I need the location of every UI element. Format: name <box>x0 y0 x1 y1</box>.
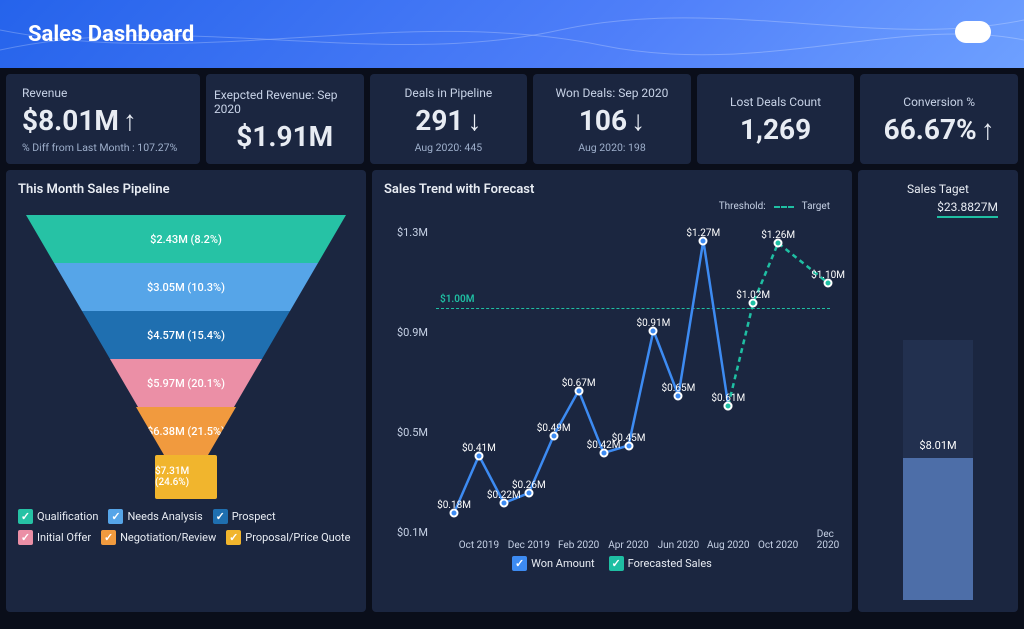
target-max-value: $23.8827M <box>937 200 998 218</box>
trend-legend: ✓ Won Amount ✓ Forecasted Sales <box>384 556 840 571</box>
checkbox-icon: ✓ <box>101 530 116 545</box>
target-bar-label: $8.01M <box>919 439 956 452</box>
main-row: This Month Sales Pipeline $2.43M (8.2%)$… <box>0 170 1024 618</box>
legend-item[interactable]: ✓ Qualification <box>18 509 98 524</box>
data-point-label: $0.22M <box>487 490 521 501</box>
target-bar-fill <box>903 458 973 600</box>
kpi-conversion[interactable]: Conversion % 66.67% <box>860 74 1018 164</box>
x-axis-tick: Jun 2020 <box>658 540 700 551</box>
y-axis-tick: $0.9M <box>384 326 428 339</box>
funnel-legend: ✓Qualification✓Needs Analysis✓Prospect✓I… <box>18 509 354 545</box>
kpi-revenue[interactable]: Revenue $8.01M % Diff from Last Month : … <box>6 74 200 164</box>
x-axis-tick: Oct 2020 <box>758 540 798 551</box>
x-axis-tick: Feb 2020 <box>558 540 599 551</box>
x-axis-tick: Apr 2020 <box>608 540 649 551</box>
trend-panel: Sales Trend with Forecast Threshold: Tar… <box>372 170 852 612</box>
kpi-value: $8.01M <box>22 104 137 137</box>
panel-title: Sales Taget <box>907 182 969 196</box>
x-axis-tick: Dec 2020 <box>817 529 839 551</box>
legend-item[interactable]: ✓ Initial Offer <box>18 530 91 545</box>
data-point-label: $0.18M <box>437 500 471 511</box>
legend-label: Qualification <box>37 510 98 523</box>
legend-label: Won Amount <box>531 557 595 570</box>
legend-label: Initial Offer <box>37 531 91 544</box>
kpi-won-deals[interactable]: Won Deals: Sep 2020 106 Aug 2020: 198 <box>533 74 691 164</box>
kpi-label: Revenue <box>22 86 67 100</box>
data-point-label: $1.02M <box>736 290 770 301</box>
trend-chart[interactable]: Threshold: Target $1.3M$0.9M$0.5M$0.1M$1… <box>384 205 840 575</box>
legend-item[interactable]: ✓ Forecasted Sales <box>609 556 712 571</box>
data-point-label: $1.26M <box>761 230 795 241</box>
x-axis-tick: Oct 2019 <box>459 540 499 551</box>
kpi-lost-deals[interactable]: Lost Deals Count 1,269 <box>697 74 855 164</box>
checkbox-icon: ✓ <box>226 530 241 545</box>
checkbox-icon: ✓ <box>108 509 123 524</box>
legend-item[interactable]: ✓ Negotiation/Review <box>101 530 216 545</box>
data-point-label: $0.61M <box>711 392 745 403</box>
legend-item[interactable]: ✓ Won Amount <box>512 556 595 571</box>
checkbox-icon: ✓ <box>18 530 33 545</box>
panel-title: This Month Sales Pipeline <box>18 182 354 197</box>
checkbox-icon: ✓ <box>512 556 527 571</box>
funnel-segment[interactable]: $6.38M (21.5%) <box>136 407 236 455</box>
data-point-label: $0.26M <box>512 480 546 491</box>
legend-label: Forecasted Sales <box>628 557 712 570</box>
plot-area: $0.18M $0.41M $0.22M$0.26M $0.49M $0.67M $0.4… <box>436 205 830 533</box>
legend-label: Needs Analysis <box>127 510 202 523</box>
panel-title: Sales Trend with Forecast <box>384 182 840 197</box>
y-axis-tick: $1.3M <box>384 226 428 239</box>
kpi-sublabel: % Diff from Last Month : 107.27% <box>22 141 177 154</box>
kpi-label: Won Deals: Sep 2020 <box>556 86 669 100</box>
legend-label: Negotiation/Review <box>120 531 216 544</box>
legend-label: Prospect <box>232 510 276 523</box>
kpi-sublabel: Aug 2020: 198 <box>578 141 646 154</box>
legend-item[interactable]: ✓ Proposal/Price Quote <box>226 530 350 545</box>
funnel-chart[interactable]: $2.43M (8.2%)$3.05M (10.3%)$4.57M (15.4%… <box>26 215 346 499</box>
kpi-row: Revenue $8.01M % Diff from Last Month : … <box>0 68 1024 170</box>
funnel-panel: This Month Sales Pipeline $2.43M (8.2%)$… <box>6 170 366 612</box>
kpi-label: Deals in Pipeline <box>404 86 492 100</box>
brand-logo-icon <box>954 17 998 51</box>
checkbox-icon: ✓ <box>18 509 33 524</box>
funnel-segment[interactable]: $5.97M (20.1%) <box>110 359 262 407</box>
x-axis-tick: Dec 2019 <box>508 540 550 551</box>
legend-item[interactable]: ✓ Prospect <box>213 509 276 524</box>
kpi-label: Exepcted Revenue: Sep 2020 <box>214 88 356 116</box>
header: Sales Dashboard <box>0 0 1024 68</box>
data-point-label: $0.41M <box>462 442 496 453</box>
funnel-segment[interactable]: $2.43M (8.2%) <box>26 215 346 263</box>
legend-label: Proposal/Price Quote <box>245 531 350 544</box>
data-point-label: $0.65M <box>661 382 695 393</box>
kpi-label: Lost Deals Count <box>730 95 821 109</box>
kpi-label: Conversion % <box>903 95 975 109</box>
kpi-value: 66.67% <box>884 113 995 146</box>
data-point-label: $0.45M <box>612 432 646 443</box>
x-axis-tick: Aug 2020 <box>707 540 750 551</box>
data-point-label: $0.49M <box>537 422 571 433</box>
kpi-value: $1.91M <box>236 120 333 153</box>
page-title: Sales Dashboard <box>28 22 194 47</box>
data-point-label: $0.67M <box>562 377 596 388</box>
funnel-segment[interactable]: $3.05M (10.3%) <box>54 263 318 311</box>
data-point-label: $1.10M <box>811 270 845 281</box>
checkbox-icon: ✓ <box>609 556 624 571</box>
kpi-value: 1,269 <box>740 113 811 146</box>
data-point-label: $0.91M <box>637 317 671 328</box>
target-panel: Sales Taget $23.8827M $8.01M <box>858 170 1018 612</box>
kpi-deals-pipeline[interactable]: Deals in Pipeline 291 Aug 2020: 445 <box>370 74 528 164</box>
kpi-sublabel: Aug 2020: 445 <box>415 141 483 154</box>
checkbox-icon: ✓ <box>213 509 228 524</box>
funnel-segment[interactable]: $4.57M (15.4%) <box>82 311 290 359</box>
funnel-segment[interactable]: $7.31M (24.6%) <box>155 455 217 499</box>
kpi-value: 291 <box>415 104 481 137</box>
target-bar-chart[interactable]: $8.01M <box>903 338 973 600</box>
y-axis-tick: $0.5M <box>384 426 428 439</box>
data-point-label: $1.27M <box>686 227 720 238</box>
y-axis-tick: $0.1M <box>384 526 428 539</box>
kpi-value: 106 <box>579 104 645 137</box>
legend-item[interactable]: ✓ Needs Analysis <box>108 509 202 524</box>
kpi-expected-revenue[interactable]: Exepcted Revenue: Sep 2020 $1.91M <box>206 74 364 164</box>
